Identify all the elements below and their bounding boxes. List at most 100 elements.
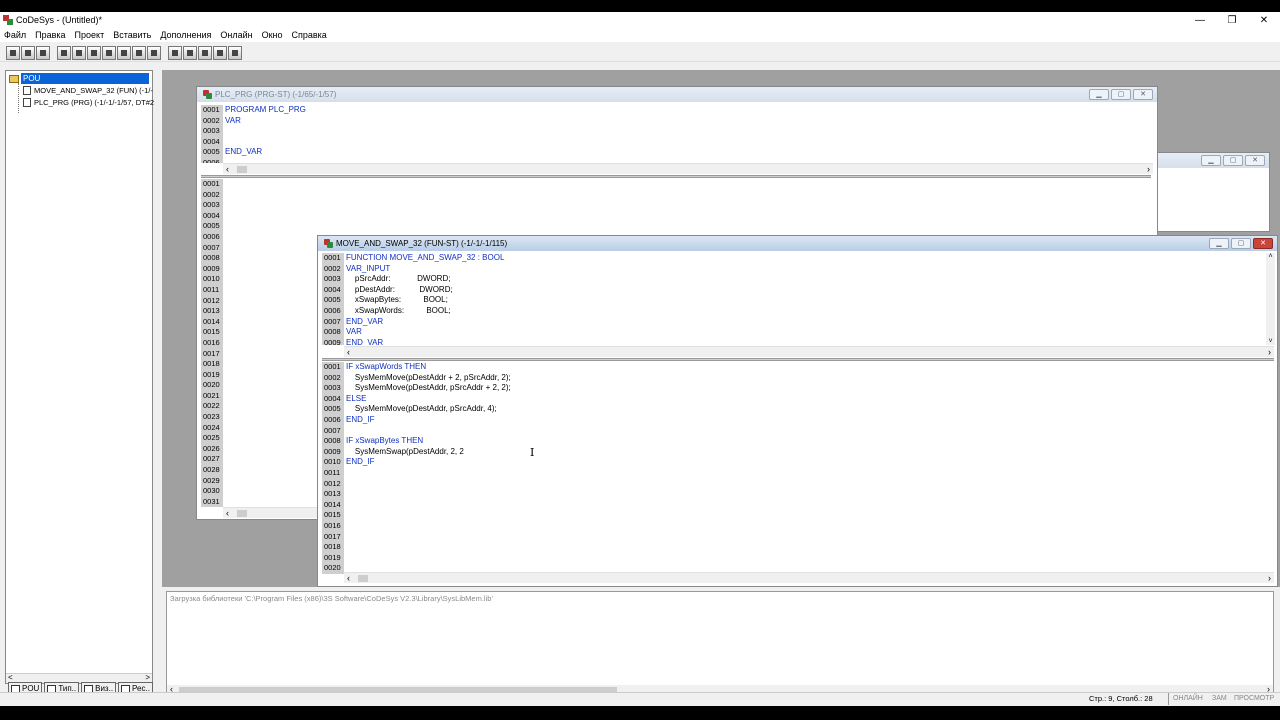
menu-edit[interactable]: Правка [35, 29, 65, 42]
code-line[interactable]: 0003 [201, 200, 1151, 212]
move-and-swap-body-scrollbar[interactable]: ‹ › [344, 572, 1274, 583]
minimize-button[interactable]: — [1184, 12, 1216, 29]
minimize-icon[interactable]: ▁ [1209, 238, 1229, 249]
save-icon[interactable] [36, 45, 50, 60]
code-line[interactable]: 0019 [322, 552, 1274, 565]
code-line[interactable]: 0006 END_IF [322, 414, 1274, 427]
plc-prg-declaration-editor[interactable]: 0001 PROGRAM PLC_PRG 0002 VAR 0003 0004 0005 EN… [201, 105, 1151, 163]
code-line[interactable]: 0007 END_VAR [322, 316, 1267, 329]
code-line[interactable]: 0007 [322, 425, 1274, 438]
maximize-icon[interactable]: ▢ [1231, 238, 1251, 249]
scroll-right-icon[interactable]: › [1268, 347, 1271, 357]
menu-file[interactable]: Файл [4, 29, 26, 42]
close-button[interactable]: ✕ [1248, 12, 1280, 29]
menu-insert[interactable]: Вставить [113, 29, 151, 42]
move-and-swap-body-editor[interactable]: 0001 IF xSwapWords THEN 0002 SysMemMove(pD… [322, 362, 1274, 574]
hidden-window-titlebar[interactable]: ▁ ▢ ✕ [1157, 153, 1269, 168]
code-line[interactable]: 0005 [201, 221, 1151, 233]
scroll-left-icon[interactable]: ‹ [347, 573, 350, 583]
maximize-icon[interactable]: ▢ [1111, 89, 1131, 100]
tree-item-plc-prg[interactable]: PLC_PRG (PRG) (-1/-1/-1/57, DT#2 [23, 97, 154, 108]
new-icon[interactable] [6, 45, 20, 60]
code-line[interactable]: 0005 SysMemMove(pDestAddr, pSrcAddr, 4); [322, 404, 1274, 416]
move-and-swap-window[interactable]: MOVE_AND_SWAP_32 (FUN-ST) (-1/-1/-1/115)… [317, 235, 1278, 587]
move-and-swap-declaration-editor[interactable]: 0001 FUNCTION MOVE_AND_SWAP_32 : BOOL 0002… [322, 253, 1267, 345]
message-window[interactable]: Загрузка библиотеки 'C:\Program Files (x… [166, 591, 1274, 697]
scroll-left-icon[interactable]: ‹ [347, 347, 350, 357]
code-line[interactable]: 0011 [322, 467, 1274, 480]
menu-help[interactable]: Справка [292, 29, 327, 42]
scroll-down-icon[interactable]: ˅ [1266, 338, 1275, 345]
code-line[interactable]: 0001 [201, 179, 1151, 191]
paste-icon[interactable] [198, 45, 212, 60]
scroll-right-icon[interactable]: › [1268, 573, 1271, 583]
breakpoint-icon[interactable] [147, 45, 161, 60]
hidden-editor-window[interactable]: ▁ ▢ ✕ [1156, 152, 1270, 232]
code-line[interactable]: 0004 [201, 210, 1151, 223]
scroll-left-icon[interactable]: ‹ [226, 508, 229, 518]
scroll-thumb[interactable] [237, 510, 247, 517]
copy-icon[interactable] [183, 45, 197, 60]
stop-icon[interactable] [72, 45, 86, 60]
code-line[interactable]: 0003 [201, 126, 1151, 138]
code-line[interactable]: 0008 IF xSwapBytes THEN [322, 436, 1274, 448]
scroll-left-icon[interactable]: ‹ [226, 164, 229, 174]
step-in-icon[interactable] [117, 45, 131, 60]
run-icon[interactable] [87, 45, 101, 60]
code-line[interactable]: 0012 [322, 478, 1274, 491]
minimize-icon[interactable]: ▁ [1089, 89, 1109, 100]
code-line[interactable]: 0002 VAR_INPUT [322, 263, 1267, 276]
code-line[interactable]: 0008 VAR [322, 327, 1267, 339]
close-icon[interactable]: ✕ [1253, 238, 1273, 249]
scroll-right-icon[interactable]: > [145, 673, 150, 682]
menu-window[interactable]: Окно [262, 29, 283, 42]
scroll-thumb[interactable] [237, 166, 247, 173]
editor-divider[interactable] [201, 175, 1151, 178]
maximize-icon[interactable]: ▢ [1223, 155, 1243, 166]
code-line[interactable]: 0002 [201, 189, 1151, 202]
menu-online[interactable]: Онлайн [220, 29, 252, 42]
cut-icon[interactable] [168, 45, 182, 60]
open-icon[interactable] [21, 45, 35, 60]
scroll-right-icon[interactable]: › [1147, 164, 1150, 174]
find-next-icon[interactable] [228, 45, 242, 60]
code-line[interactable]: 0003 pSrcAddr: DWORD; [322, 274, 1267, 286]
code-line[interactable]: 0004 ELSE [322, 393, 1274, 406]
minimize-icon[interactable]: ▁ [1201, 155, 1221, 166]
code-line[interactable]: 0014 [322, 499, 1274, 512]
close-icon[interactable]: ✕ [1133, 89, 1153, 100]
code-line[interactable]: 0005 END_VAR [201, 147, 1151, 159]
code-line[interactable]: 0001 FUNCTION MOVE_AND_SWAP_32 : BOOL [322, 253, 1267, 265]
code-line[interactable]: 0016 [322, 520, 1274, 533]
menu-extras[interactable]: Дополнения [160, 29, 211, 42]
plc-prg-titlebar[interactable]: PLC_PRG (PRG-ST) (-1/65/-1/57) ▁ ▢ ✕ [197, 87, 1157, 102]
code-line[interactable]: 0013 [322, 489, 1274, 501]
code-line[interactable]: 0009 END_VAR [322, 337, 1267, 345]
tree-item-move-and-swap[interactable]: MOVE_AND_SWAP_32 (FUN) (-1/- [23, 85, 153, 96]
code-line[interactable]: 0004 [201, 136, 1151, 149]
code-line[interactable]: 0005 xSwapBytes: BOOL; [322, 295, 1267, 307]
code-line[interactable]: 0003 SysMemMove(pDestAddr, pSrcAddr + 2,… [322, 383, 1274, 395]
code-line[interactable]: 0006 xSwapWords: BOOL; [322, 305, 1267, 318]
code-line[interactable]: 0017 [322, 531, 1274, 544]
close-icon[interactable]: ✕ [1245, 155, 1265, 166]
find-icon[interactable] [213, 45, 227, 60]
move-and-swap-titlebar[interactable]: MOVE_AND_SWAP_32 (FUN-ST) (-1/-1/-1/115)… [318, 236, 1277, 251]
scroll-up-icon[interactable]: ˄ [1266, 253, 1275, 260]
code-line[interactable]: 0001 IF xSwapWords THEN [322, 362, 1274, 374]
step-over-icon[interactable] [102, 45, 116, 60]
plc-prg-decl-scrollbar[interactable]: ‹ › [223, 163, 1153, 174]
single-cycle-icon[interactable] [132, 45, 146, 60]
code-line[interactable]: 0001 PROGRAM PLC_PRG [201, 105, 1151, 117]
scroll-thumb[interactable] [358, 575, 368, 582]
move-and-swap-decl-scrollbar[interactable]: ‹ › [344, 346, 1274, 357]
code-line[interactable]: 0002 SysMemMove(pDestAddr + 2, pSrcAddr,… [322, 372, 1274, 385]
editor-divider[interactable] [322, 358, 1274, 361]
login-icon[interactable] [57, 45, 71, 60]
code-line[interactable]: 0015 [322, 510, 1274, 522]
tree-root-pou[interactable]: POU [9, 73, 149, 84]
vertical-splitter[interactable] [155, 70, 160, 700]
menu-project[interactable]: Проект [75, 29, 105, 42]
scroll-left-icon[interactable]: < [8, 673, 13, 682]
code-line[interactable]: 0004 pDestAddr: DWORD; [322, 284, 1267, 297]
